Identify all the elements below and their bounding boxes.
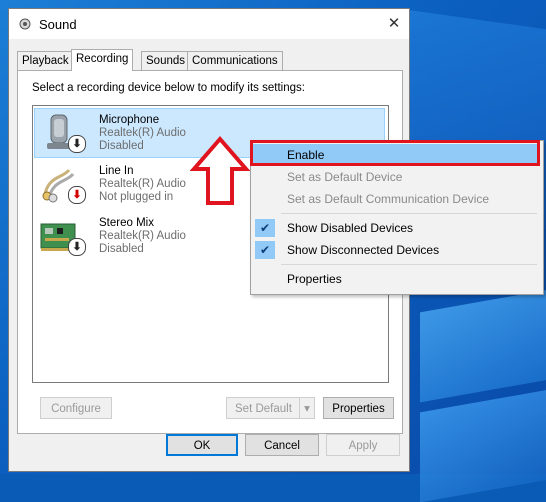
set-default-dropdown[interactable]: ▾	[299, 397, 315, 419]
device-driver: Realtek(R) Audio	[99, 178, 186, 190]
title-bar: Sound ✕	[9, 9, 409, 39]
tab-sounds[interactable]: Sounds	[141, 51, 191, 70]
menu-item-show-disconnected-devices[interactable]: ✔ Show Disconnected Devices	[253, 239, 539, 261]
red-down-arrow-badge-icon: ⬇	[68, 186, 86, 204]
device-status: Disabled	[99, 243, 144, 255]
checkmark-icon: ✔	[255, 241, 275, 259]
tab-recording[interactable]: Recording	[71, 49, 134, 71]
menu-item-label: Properties	[287, 272, 342, 286]
speaker-icon	[19, 18, 31, 30]
close-button[interactable]: ✕	[385, 15, 403, 33]
menu-item-label: Set as Default Communication Device	[287, 192, 490, 206]
window-title: Sound	[39, 17, 77, 32]
device-name: Stereo Mix	[99, 217, 154, 229]
tab-communications[interactable]: Communications	[187, 51, 283, 70]
tab-playback[interactable]: Playback	[17, 51, 74, 70]
menu-item-set-default-device[interactable]: Set as Default Device	[253, 166, 539, 188]
configure-button[interactable]: Configure	[40, 397, 112, 419]
menu-item-label: Set as Default Device	[287, 170, 403, 184]
annotation-highlight-box	[250, 140, 540, 166]
device-status: Disabled	[99, 140, 144, 152]
device-driver: Realtek(R) Audio	[99, 230, 186, 242]
set-default-label: Set Default	[235, 403, 292, 415]
menu-item-show-disabled-devices[interactable]: ✔ Show Disabled Devices	[253, 217, 539, 239]
menu-separator	[281, 213, 537, 214]
chevron-down-icon: ▾	[304, 403, 310, 415]
cancel-button[interactable]: Cancel	[245, 434, 319, 456]
menu-separator	[281, 264, 537, 265]
set-default-button[interactable]: Set Default	[226, 397, 300, 419]
down-arrow-badge-icon: ⬇	[68, 135, 86, 153]
ok-button[interactable]: OK	[166, 434, 238, 456]
menu-item-label: Show Disconnected Devices	[287, 243, 440, 257]
menu-item-label: Show Disabled Devices	[287, 221, 414, 235]
annotation-up-arrow-icon	[190, 135, 250, 205]
apply-button[interactable]: Apply	[326, 434, 400, 456]
device-driver: Realtek(R) Audio	[99, 127, 186, 139]
device-name: Microphone	[99, 114, 160, 126]
device-status: Not plugged in	[99, 191, 174, 203]
checkmark-icon: ✔	[255, 219, 275, 237]
menu-item-set-default-communication-device[interactable]: Set as Default Communication Device	[253, 188, 539, 210]
device-name: Line In	[99, 165, 134, 177]
properties-button[interactable]: Properties	[323, 397, 394, 419]
menu-item-properties[interactable]: Properties	[253, 268, 539, 290]
down-arrow-badge-icon: ⬇	[68, 238, 86, 256]
instruction-text: Select a recording device below to modif…	[32, 82, 305, 94]
